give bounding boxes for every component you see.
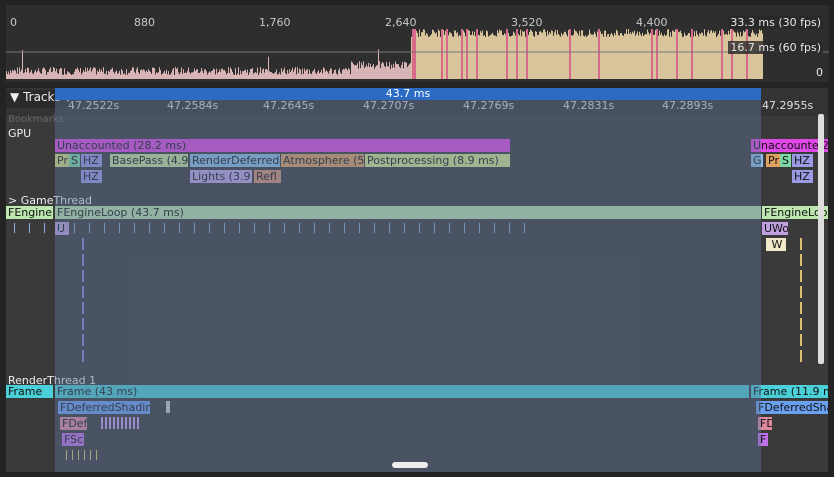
render-event[interactable]: FDeferredShad <box>756 401 828 414</box>
graph-tick: 4,400 <box>636 16 668 29</box>
graph-tick: 2,640 <box>385 16 417 29</box>
gpu-track-label[interactable]: GPU <box>8 127 31 140</box>
gpu-event[interactable]: HZ <box>792 154 813 167</box>
vertical-scrollbar[interactable] <box>818 114 824 364</box>
graph-tick: 0 <box>10 16 17 29</box>
frames-graph[interactable]: 0 880 1,760 2,640 3,520 4,400 33.3 ms (3… <box>6 5 829 82</box>
time-selection[interactable] <box>55 88 761 472</box>
render-event[interactable]: Frame (11.9 m <box>751 385 828 398</box>
timing-view[interactable]: ▼ Tracks ▼ 47.2522s 47.2584s 47.2645s 47… <box>6 88 828 472</box>
selection-duration-label: 43.7 ms <box>385 88 431 100</box>
fps-30-label: 33.3 ms (30 fps) <box>728 16 823 29</box>
gpu-event[interactable]: S <box>780 154 791 167</box>
render-event[interactable]: Frame <box>6 385 53 398</box>
gpu-event[interactable]: HZ <box>792 170 813 183</box>
graph-zero-label: 0 <box>816 66 823 79</box>
graph-tick: 1,760 <box>259 16 291 29</box>
gpu-event[interactable]: Unaccounted <box>751 139 819 152</box>
graph-tick: 3,520 <box>511 16 543 29</box>
selection-duration-bar[interactable]: 43.7 ms <box>55 88 761 100</box>
ruler-label: 47.2955s <box>762 99 814 112</box>
gpu-event[interactable]: Pr <box>766 154 780 167</box>
fps-60-label: 16.7 ms (60 fps) <box>728 41 823 54</box>
frame-bars <box>6 29 829 80</box>
game-event[interactable]: FEngineL <box>6 206 53 219</box>
graph-tick: 880 <box>134 16 155 29</box>
horizontal-scrollbar[interactable] <box>392 462 428 468</box>
game-event[interactable]: UWo <box>762 222 788 235</box>
filter-icon: ▼ <box>10 90 20 104</box>
game-event[interactable]: W <box>766 238 786 251</box>
